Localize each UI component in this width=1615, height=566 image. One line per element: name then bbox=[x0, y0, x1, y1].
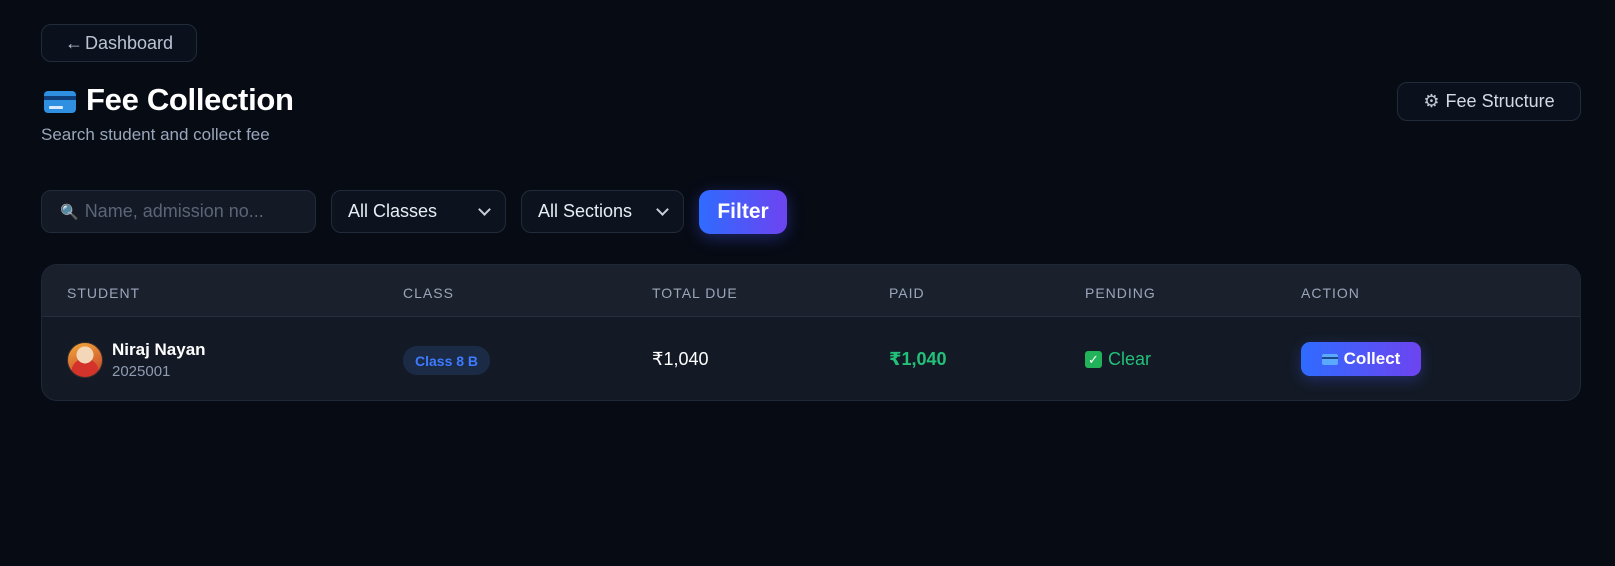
pending-status: ✓ Clear bbox=[1085, 349, 1151, 370]
column-header-student: STUDENT bbox=[67, 285, 141, 301]
admission-number: 2025001 bbox=[112, 363, 171, 380]
check-icon: ✓ bbox=[1085, 351, 1102, 368]
class-badge: Class 8 B bbox=[403, 346, 491, 375]
avatar bbox=[67, 342, 103, 378]
search-icon: 🔍 bbox=[60, 203, 79, 221]
pending-status-label: Clear bbox=[1108, 349, 1152, 369]
gear-icon: ⚙ bbox=[1423, 91, 1440, 111]
collect-button-label: Collect bbox=[1343, 349, 1401, 368]
fee-table: STUDENT CLASS TOTAL DUE PAID PENDING ACT… bbox=[41, 264, 1581, 401]
credit-card-icon bbox=[1321, 353, 1338, 365]
page-title: Fee Collection bbox=[86, 82, 294, 117]
column-header-class: CLASS bbox=[403, 285, 454, 301]
class-select-value: All Classes bbox=[348, 201, 438, 221]
student-name: Niraj Nayan bbox=[112, 340, 206, 359]
column-header-total-due: TOTAL DUE bbox=[652, 285, 738, 301]
filter-button[interactable]: Filter bbox=[699, 190, 787, 234]
collect-button[interactable]: Collect bbox=[1301, 342, 1421, 376]
chevron-down-icon bbox=[478, 202, 491, 216]
section-select[interactable]: All Sections bbox=[521, 190, 684, 233]
back-arrow-icon: ← bbox=[64, 32, 83, 53]
column-header-pending: PENDING bbox=[1085, 285, 1156, 301]
column-header-paid: PAID bbox=[889, 285, 925, 301]
back-button-label: Dashboard bbox=[84, 32, 174, 53]
fee-structure-button[interactable]: ⚙ Fee Structure bbox=[1397, 82, 1581, 121]
credit-card-icon bbox=[44, 91, 76, 113]
chevron-down-icon bbox=[656, 202, 669, 216]
search-input[interactable] bbox=[84, 201, 285, 222]
total-due-value: ₹1,040 bbox=[652, 349, 709, 369]
page-subtitle: Search student and collect fee bbox=[41, 125, 270, 144]
section-select-value: All Sections bbox=[538, 201, 633, 221]
table-header: STUDENT CLASS TOTAL DUE PAID PENDING ACT… bbox=[42, 265, 1580, 317]
page-header: Fee Collection bbox=[44, 82, 294, 118]
class-select[interactable]: All Classes bbox=[331, 190, 506, 233]
search-field[interactable]: 🔍 bbox=[41, 190, 316, 233]
fee-structure-label: Fee Structure bbox=[1445, 91, 1555, 111]
table-row: Niraj Nayan 2025001 Class 8 B ₹1,040 ₹1,… bbox=[42, 318, 1580, 400]
paid-value: ₹1,040 bbox=[889, 349, 947, 369]
back-to-dashboard-button[interactable]: ← Dashboard bbox=[41, 24, 197, 62]
fee-collection-page: ← Dashboard Fee Collection Search studen… bbox=[0, 0, 1615, 566]
column-header-action: ACTION bbox=[1301, 285, 1360, 301]
